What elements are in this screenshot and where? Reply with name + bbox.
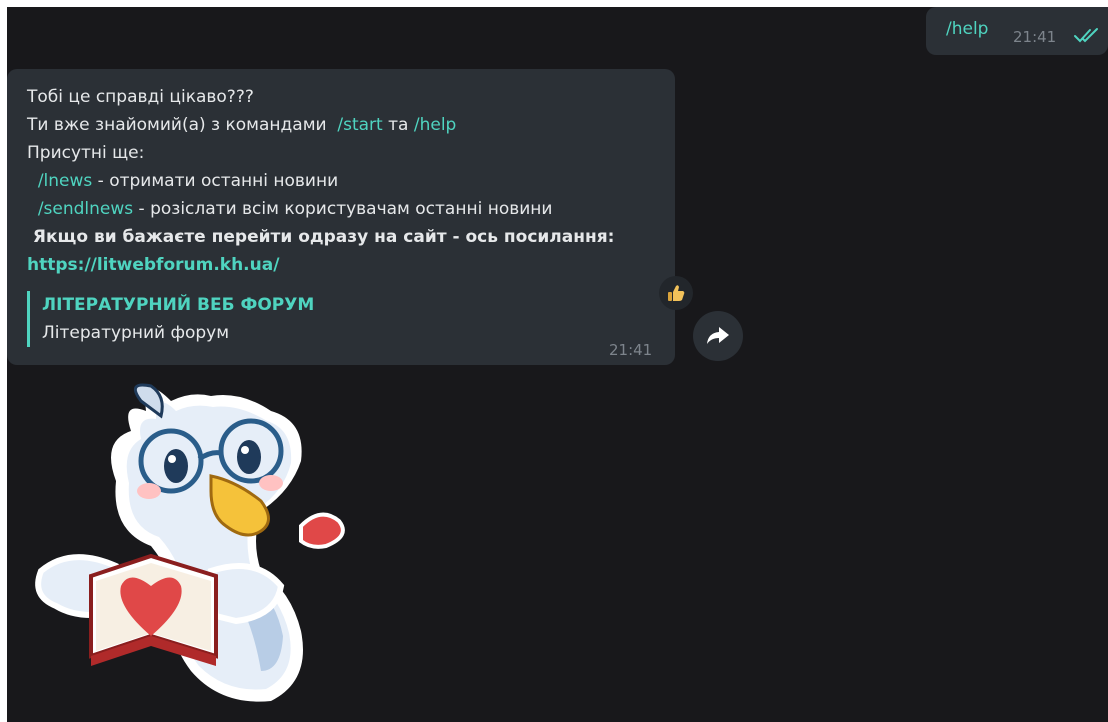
message-line-bold: Якщо ви бажаєте перейти одразу на сайт -… [27,227,615,247]
outgoing-message[interactable]: /help 21:41 [926,7,1108,55]
goose-reading-book-sticker[interactable] [21,371,351,721]
command-link-sendlnews[interactable]: /sendlnews [38,199,133,219]
command-link-lnews[interactable]: /lnews [38,171,92,191]
thumbs-up-icon [668,285,685,301]
outgoing-message-time: 21:41 [1013,28,1057,46]
chat-area: /help 21:41 Тобі це справді цікаво??? Ти… [7,7,1108,722]
message-text: та [382,115,414,135]
command-link-help[interactable]: /help [414,115,456,135]
command-description: - отримати останні новини [92,171,339,191]
forward-button[interactable] [693,311,743,361]
message-line: Тобі це справді цікаво??? [27,87,254,107]
website-link[interactable]: https://litwebforum.kh.ua/ [27,255,279,275]
thumbs-up-reaction[interactable] [659,276,693,310]
message-body: Тобі це справді цікаво??? Ти вже знайоми… [27,83,614,279]
outgoing-message-text: /help [946,19,989,39]
forward-arrow-icon [707,327,729,344]
message-line: Присутні ще: [27,143,145,163]
link-preview-description: Літературний форум [42,323,230,343]
command-link-start[interactable]: /start [337,115,382,135]
link-preview-title: ЛІТЕРАТУРНИЙ ВЕБ ФОРУМ [42,295,315,315]
message-line: Ти вже знайомий(а) з командами [27,115,338,135]
incoming-message[interactable]: Тобі це справді цікаво??? Ти вже знайоми… [7,69,675,365]
command-description: - розіслати всім користувачам останні но… [133,199,553,219]
double-check-icon [1073,27,1101,47]
link-preview[interactable]: ЛІТЕРАТУРНИЙ ВЕБ ФОРУМ Літературний фору… [27,291,314,347]
incoming-message-time: 21:41 [609,341,653,359]
